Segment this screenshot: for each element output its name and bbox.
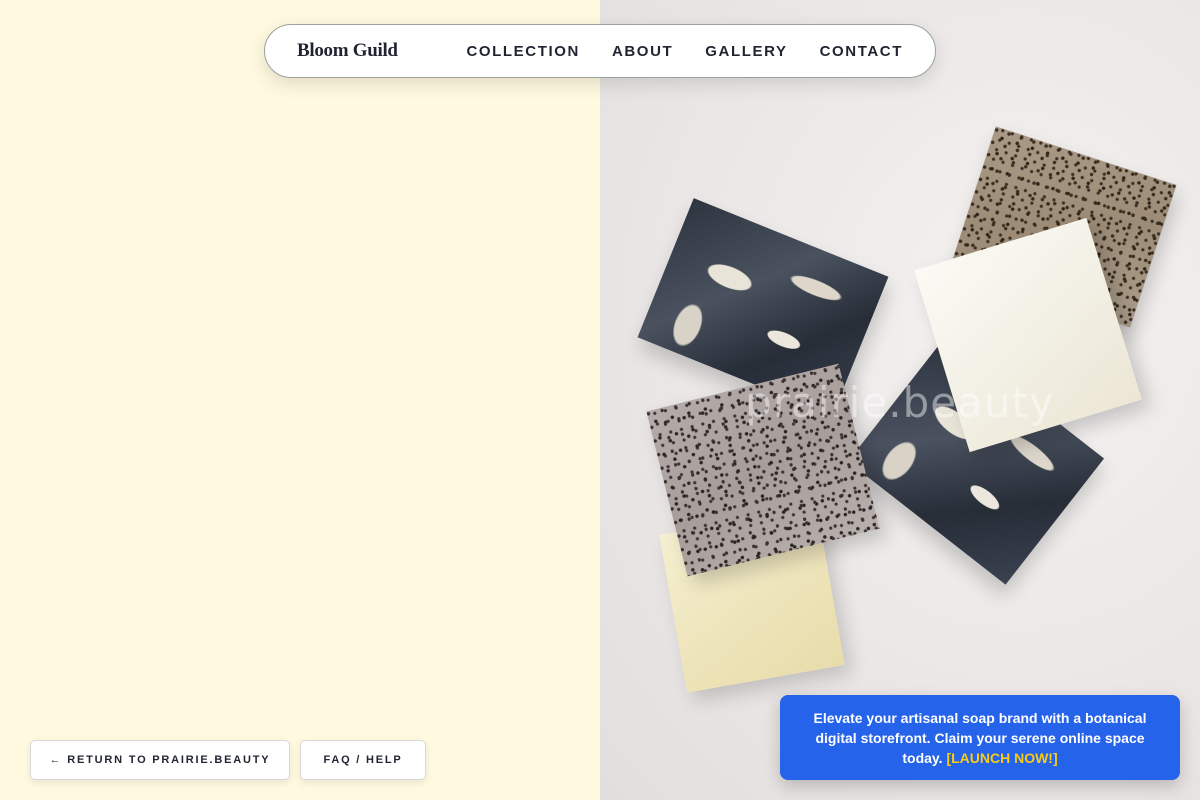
nav-links: COLLECTION ABOUT GALLERY CONTACT — [466, 43, 903, 60]
faq-help-button[interactable]: FAQ / HELP — [300, 740, 426, 780]
return-button[interactable]: ← RETURN TO PRAIRIE.BEAUTY — [30, 740, 290, 780]
nav-link-about[interactable]: ABOUT — [612, 43, 673, 60]
top-navbar: Bloom Guild COLLECTION ABOUT GALLERY CON… — [264, 24, 936, 78]
nav-link-contact[interactable]: CONTACT — [820, 43, 903, 60]
watermark-text: prairie.beauty — [745, 378, 1055, 427]
nav-link-collection[interactable]: COLLECTION — [466, 43, 580, 60]
promo-cta-link[interactable]: [LAUNCH NOW!] — [946, 750, 1057, 766]
brand-logo[interactable]: Bloom Guild — [297, 40, 398, 62]
nav-link-gallery[interactable]: GALLERY — [705, 43, 787, 60]
left-panel — [0, 0, 600, 800]
promo-message: Elevate your artisanal soap brand with a… — [804, 708, 1156, 768]
promo-banner[interactable]: Elevate your artisanal soap brand with a… — [780, 695, 1180, 780]
